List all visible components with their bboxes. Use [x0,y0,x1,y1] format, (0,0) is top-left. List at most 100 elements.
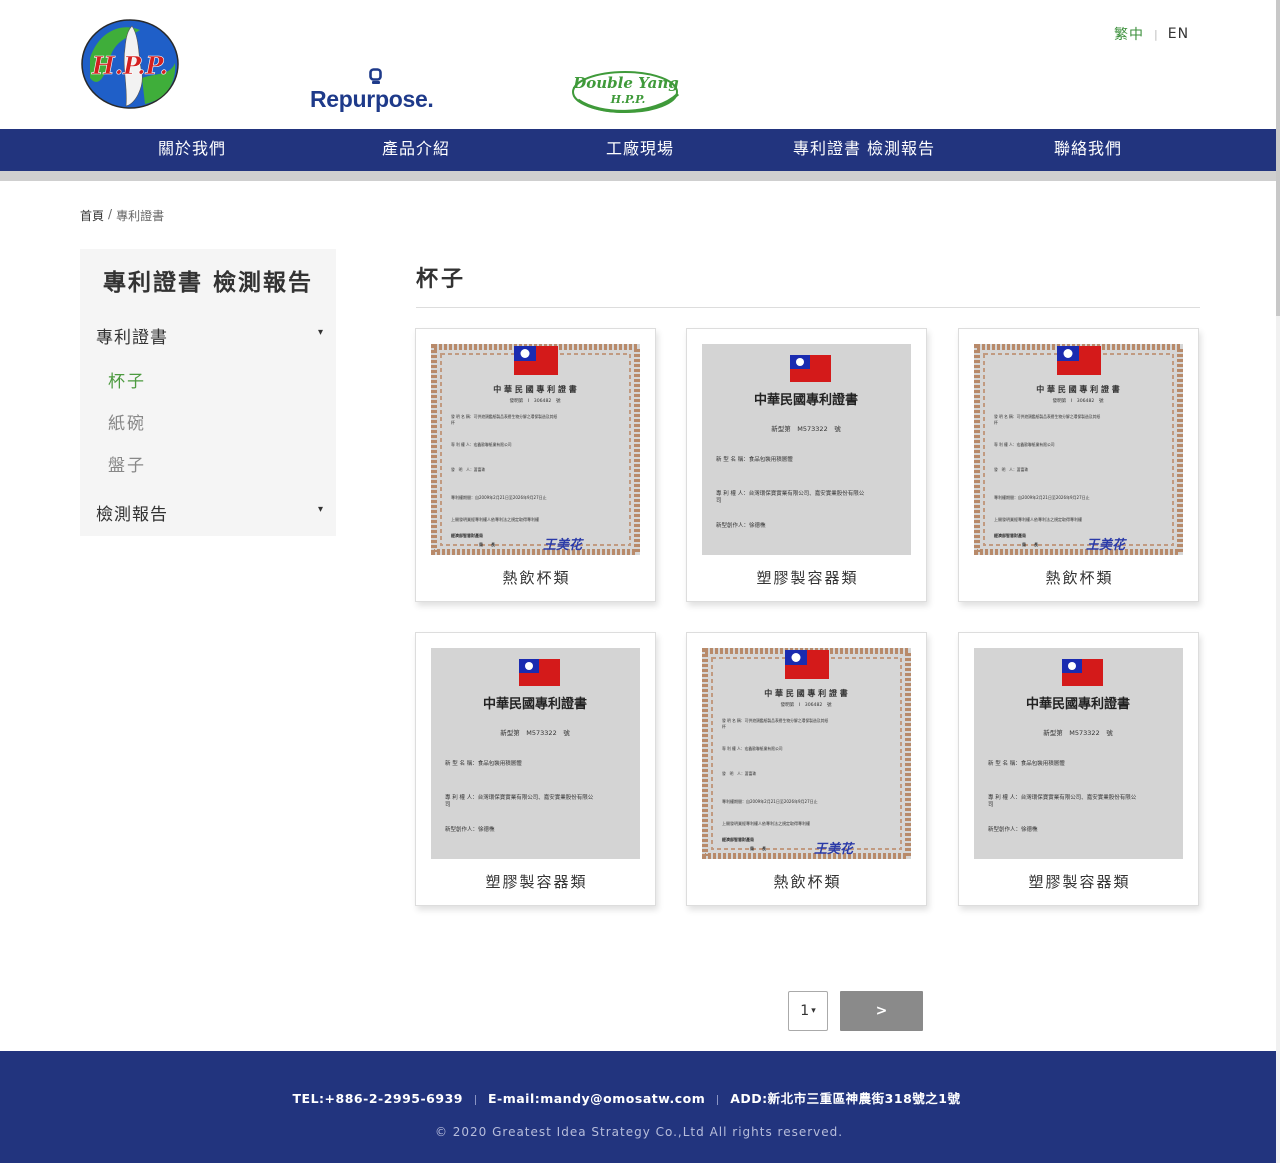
certificate-text-number: 新型第 M573322 號 [1043,728,1113,737]
certificate-text-row1: 新 型 名 稱：食品包裝用積層體 [445,759,522,767]
certificate-text-row3: 發 明 人：蕭富珠 [994,467,1028,472]
certificate-text-number: 新型第 M573322 號 [500,728,570,737]
sidebar-category-label: 檢測報告 [96,505,168,525]
certificate-text-row2b: 司 [445,801,451,808]
certificate-text-sign: 王美花 [543,537,584,553]
certificate-text-row1: 發 明 名 稱：可供遊頭鑑紙製品表層生物分解之環保製造及其紙 [994,414,1100,419]
certificate-text-row7: 局 長 [1022,541,1039,547]
sidebar-category-patents[interactable]: 專利證書 ▾ [96,323,324,348]
certificate-thumbnail: 中華民國專利證書 新型第 M573322 號 新 型 名 稱：食品包裝用積層體 … [974,648,1183,859]
certificate-text-heading: 中 華 民 國 專 利 證 書 [493,384,577,394]
patent-certificate-image: 中 華 民 國 專 利 證 書 發明第 I 306482 號 發 明 名 稱：可… [974,344,1183,555]
page-number-value: 1 [800,1003,810,1019]
certificate-card[interactable]: 中 華 民 國 專 利 證 書 發明第 I 306482 號 發 明 名 稱：可… [686,632,927,906]
nav-divider-strip [0,171,1276,181]
scrollbar-thumb[interactable] [1276,0,1280,316]
certificate-text-sign: 王美花 [1086,537,1127,553]
certificate-text-row1b: 杯 [722,724,726,729]
certificate-text-sign: 王美花 [814,841,855,857]
patent-certificate-image: 中 華 民 國 專 利 證 書 發明第 I 306482 號 發 明 名 稱：可… [431,344,640,555]
breadcrumb: 首頁 / 專利證書 [80,207,164,224]
nav-item-products[interactable]: 產品介紹 [304,129,528,171]
certificate-text-heading: 中華民國專利證書 [1026,696,1130,712]
lang-separator: | [1154,27,1158,41]
sidebar-item-plates[interactable]: 盤子 [108,451,146,476]
certificate-text-row7: 局 長 [750,845,767,851]
certificate-text-row3: 新型創作人：徐德樵 [716,521,766,529]
lang-zh-link[interactable]: 繁中 [1114,24,1144,44]
site-footer: TEL:+886-2-2995-6939 E-mail:mandy@omosatw… [0,1051,1276,1163]
title-divider [416,307,1200,308]
footer-copyright: © 2020 Greatest Idea Strategy Co.,Ltd Al… [434,1125,844,1139]
main-nav: 關於我們 產品介紹 工廠現場 專利證書 檢測報告 聯絡我們 [0,129,1276,171]
footer-email[interactable]: E-mail:mandy@omosatw.com [488,1091,705,1106]
repurpose-logo[interactable]: Repurpose. [310,66,450,116]
certificate-caption: 塑膠製容器類 [756,569,859,587]
certificate-caption: 熱飲杯類 [502,569,571,587]
sidebar-item-bowls[interactable]: 紙碗 [108,409,146,434]
page-scrollbar[interactable] [1276,0,1280,1163]
certificate-text-row2: 專 利 權 人：宏鑫歐聯紙業有限公司 [994,442,1055,447]
certificate-caption: 塑膠製容器類 [1028,873,1131,891]
nav-item-patents[interactable]: 專利證書 檢測報告 [752,129,976,171]
certificate-thumbnail: 中 華 民 國 專 利 證 書 發明第 I 306482 號 發 明 名 稱：可… [974,344,1183,555]
certificate-text-row6: 經濟部智慧財產局 [994,532,1026,538]
certificate-text-row5: 上開發明業經專利權人依專利法之規定取得專利權 [994,516,1082,522]
hpp-logo-text: H.P.P. [91,51,168,80]
certificate-text-row7: 局 長 [479,541,496,547]
certificate-text-row3: 發 明 人：蕭富珠 [722,771,756,776]
sidebar-category-reports[interactable]: 檢測報告 ▾ [96,500,324,525]
hpp-globe-logo[interactable]: H.P.P. [80,18,180,110]
breadcrumb-separator: / [108,207,113,221]
patent-certificate-image: 中 華 民 國 專 利 證 書 發明第 I 306482 號 發 明 名 稱：可… [702,648,911,859]
nav-item-factory[interactable]: 工廠現場 [528,129,752,171]
next-page-button[interactable]: > [840,991,923,1031]
certificate-card[interactable]: 中華民國專利證書 新型第 M573322 號 新 型 名 稱：食品包裝用積層體 … [958,632,1199,906]
chevron-down-icon: ▾ [317,327,324,338]
certificate-card[interactable]: 中 華 民 國 專 利 證 書 發明第 I 306482 號 發 明 名 稱：可… [415,328,656,602]
certificate-text-row6: 經濟部智慧財產局 [722,836,754,842]
certificate-text-row2b: 司 [716,497,722,504]
sidebar-title: 專利證書 檢測報告 [102,270,313,296]
patent-certificate-image: 中華民國專利證書 新型第 M573322 號 新 型 名 稱：食品包裝用積層體 … [974,648,1183,859]
page-title: 杯子 [416,267,467,292]
page-number-select[interactable]: 1 ▾ [788,991,828,1031]
certificate-thumbnail: 中華民國專利證書 新型第 M573322 號 新 型 名 稱：食品包裝用積層體 … [702,344,911,555]
footer-contact: TEL:+886-2-2995-6939 E-mail:mandy@omosatw… [0,1088,1253,1107]
certificate-text-row5: 上開發明業經專利權人依專利法之規定取得專利權 [451,516,539,522]
sidebar-category-label: 專利證書 [96,328,168,348]
certificate-thumbnail: 中 華 民 國 專 利 證 書 發明第 I 306482 號 發 明 名 稱：可… [702,648,911,859]
chevron-down-icon: ▾ [811,1006,816,1016]
nav-item-contact[interactable]: 聯絡我們 [976,129,1200,171]
repurpose-wordmark: Repurpose. [310,86,434,112]
patent-certificate-image: 中華民國專利證書 新型第 M573322 號 新 型 名 稱：食品包裝用積層體 … [431,648,640,859]
lang-en-link[interactable]: EN [1168,26,1189,42]
certificate-text-row2b: 司 [988,801,994,808]
double-yang-logo[interactable]: Double Yang H.P.P. [570,66,685,118]
sidebar: 專利證書 檢測報告 專利證書 ▾ 杯子 紙碗 盤子 檢測報告 ▾ [80,249,336,536]
certificate-card[interactable]: 中華民國專利證書 新型第 M573322 號 新 型 名 稱：食品包裝用積層體 … [686,328,927,602]
certificate-text-number: 新型第 M573322 號 [771,424,841,433]
site-header: H.P.P. Repurpose. Double Yang H.P.P. 繁中 … [0,0,1276,129]
certificate-caption: 塑膠製容器類 [485,873,588,891]
certificate-text-row2: 專 利 權 人：宏鑫歐聯紙業有限公司 [451,442,512,447]
certificate-caption: 熱飲杯類 [773,873,842,891]
certificate-text-row3: 新型創作人：徐德樵 [445,825,495,833]
certificate-text-heading: 中華民國專利證書 [754,392,858,408]
certificate-text-heading: 中 華 民 國 專 利 證 書 [764,688,848,698]
certificate-thumbnail: 中華民國專利證書 新型第 M573322 號 新 型 名 稱：食品包裝用積層體 … [431,648,640,859]
certificate-text-row2: 專 利 權 人：宏鑫歐聯紙業有限公司 [722,746,783,751]
certificate-text-row5: 上開發明業經專利權人依專利法之規定取得專利權 [722,820,810,826]
certificate-text-row1: 發 明 名 稱：可供遊頭鑑紙製品表層生物分解之環保製造及其紙 [451,414,557,419]
footer-divider [474,1094,476,1105]
certificate-card[interactable]: 中華民國專利證書 新型第 M573322 號 新 型 名 稱：食品包裝用積層體 … [415,632,656,906]
breadcrumb-current: 專利證書 [116,209,165,223]
certificate-card[interactable]: 中 華 民 國 專 利 證 書 發明第 I 306482 號 發 明 名 稱：可… [958,328,1199,602]
breadcrumb-home[interactable]: 首頁 [80,207,104,224]
certificate-text-row2: 專 利 權 人：台灣環保寶實業有限公司、嘉安實業股份有限公 [988,793,1137,801]
certificate-text-row1: 新 型 名 稱：食品包裝用積層體 [988,759,1065,767]
footer-address: ADD:新北市三重區神農街318號之1號 [730,1091,961,1106]
sidebar-item-cups[interactable]: 杯子 [108,367,146,392]
nav-item-about[interactable]: 關於我們 [80,129,304,171]
footer-tel[interactable]: TEL:+886-2-2995-6939 [293,1091,463,1106]
